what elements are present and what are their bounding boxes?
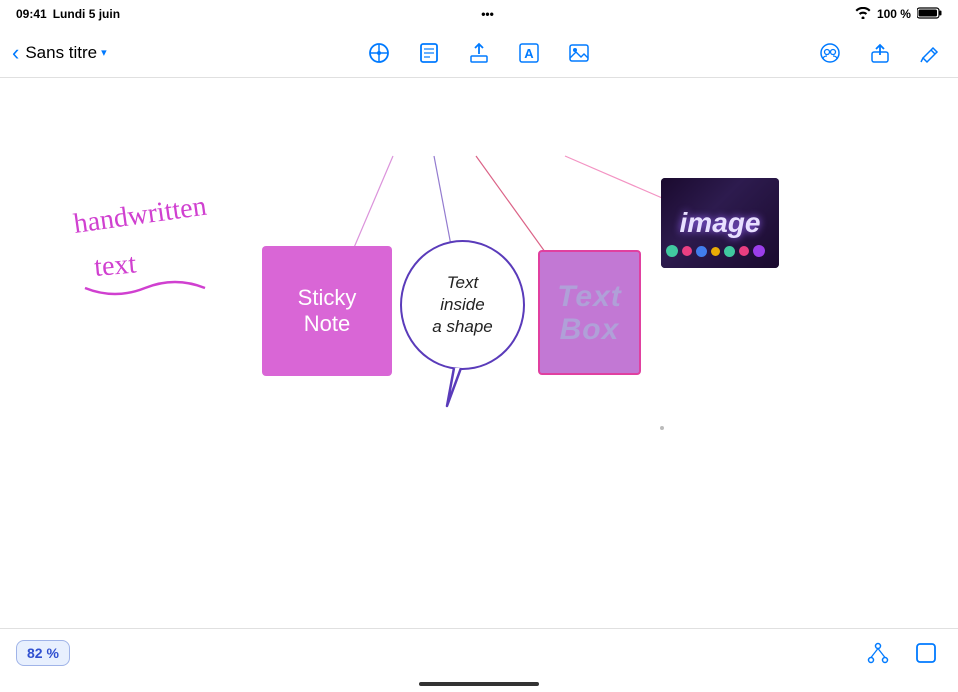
svg-text:text: text bbox=[93, 248, 138, 283]
image-tool-button[interactable] bbox=[563, 37, 595, 69]
toolbar: ‹ Sans titre ▾ bbox=[0, 28, 958, 78]
share-button[interactable] bbox=[864, 37, 896, 69]
text-box-text: Text Box bbox=[557, 280, 622, 346]
toolbar-left: ‹ Sans titre ▾ bbox=[12, 40, 162, 66]
edit-button[interactable] bbox=[914, 37, 946, 69]
image-text: image bbox=[680, 207, 761, 239]
svg-text:A: A bbox=[524, 46, 534, 61]
speech-bubble-text: Text inside a shape bbox=[424, 264, 501, 346]
sticky-note-text: Sticky Note bbox=[298, 285, 357, 338]
battery-label: 100 % bbox=[877, 7, 911, 21]
hierarchy-button[interactable] bbox=[862, 637, 894, 669]
text-box[interactable]: Text Box bbox=[538, 250, 641, 375]
image-inner: image bbox=[661, 178, 779, 268]
toolbar-center: A bbox=[363, 37, 595, 69]
image-element[interactable]: image bbox=[661, 178, 779, 268]
collaborate-button[interactable] bbox=[814, 37, 846, 69]
handwritten-text: handwritten text bbox=[65, 188, 265, 318]
bottom-right-tools bbox=[862, 637, 942, 669]
wifi-icon bbox=[855, 7, 871, 22]
status-bar-right: 100 % bbox=[855, 7, 942, 22]
speech-tail-icon bbox=[439, 368, 469, 408]
doc-title[interactable]: Sans titre ▾ bbox=[25, 43, 106, 63]
status-bar-left: 09:41 Lundi 5 juin bbox=[16, 7, 120, 21]
bottom-bar: 82 % bbox=[0, 628, 958, 676]
date: Lundi 5 juin bbox=[53, 7, 120, 21]
center-dot bbox=[660, 426, 664, 430]
chevron-down-icon: ▾ bbox=[101, 46, 107, 59]
back-button[interactable]: ‹ bbox=[12, 40, 19, 66]
battery-icon bbox=[917, 7, 942, 22]
back-chevron: ‹ bbox=[12, 40, 19, 66]
status-bar: 09:41 Lundi 5 juin ••• 100 % bbox=[0, 0, 958, 28]
speech-bubble: Text inside a shape bbox=[400, 240, 525, 370]
toolbar-right bbox=[814, 37, 946, 69]
upload-tool-button[interactable] bbox=[463, 37, 495, 69]
home-indicator bbox=[0, 676, 958, 692]
canvas: handwritten text Sticky Note Text inside… bbox=[0, 78, 958, 628]
zoom-level[interactable]: 82 % bbox=[16, 640, 70, 666]
home-bar bbox=[419, 682, 539, 686]
time: 09:41 bbox=[16, 7, 47, 21]
doc-title-text: Sans titre bbox=[25, 43, 97, 63]
status-bar-center: ••• bbox=[481, 7, 494, 21]
speech-bubble-container[interactable]: Text inside a shape bbox=[400, 240, 525, 370]
text-tool-button[interactable]: A bbox=[513, 37, 545, 69]
dots: ••• bbox=[481, 7, 494, 21]
page-tool-button[interactable] bbox=[413, 37, 445, 69]
sticky-note[interactable]: Sticky Note bbox=[262, 246, 392, 376]
page-view-button[interactable] bbox=[910, 637, 942, 669]
scroll-tool-button[interactable] bbox=[363, 37, 395, 69]
svg-text:handwritten: handwritten bbox=[72, 191, 209, 240]
